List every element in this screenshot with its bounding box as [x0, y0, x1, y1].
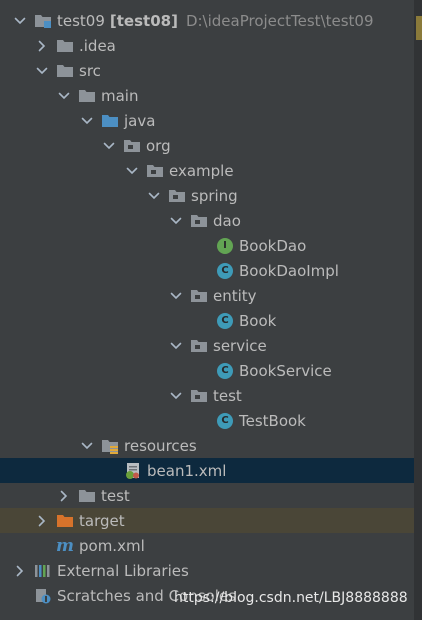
package-icon: [190, 337, 208, 355]
chevron-right-icon[interactable]: [56, 488, 72, 504]
tree-label: resources: [124, 436, 197, 455]
tree-label: example: [169, 161, 234, 180]
module-name: [test08]: [109, 11, 178, 30]
tree-node-test-dir[interactable]: test: [0, 483, 414, 508]
tree-label: External Libraries: [57, 561, 189, 580]
source-folder-icon: [101, 112, 119, 130]
project-path: D:\ideaProjectTest\test09: [185, 11, 374, 30]
tree-label: test: [213, 386, 242, 405]
maven-icon: m: [56, 535, 74, 556]
chevron-down-icon[interactable]: [79, 113, 95, 129]
chevron-down-icon[interactable]: [124, 163, 140, 179]
tree-node-java[interactable]: java: [0, 108, 414, 133]
tree-label: dao: [213, 211, 241, 230]
project-tree: test09 [test08] D:\ideaProjectTest\test0…: [0, 8, 414, 608]
class-icon: C: [216, 262, 234, 280]
scroll-marker: [416, 16, 422, 40]
tree-node-book[interactable]: C Book: [0, 308, 414, 333]
tree-node-example[interactable]: example: [0, 158, 414, 183]
package-icon: [146, 162, 164, 180]
package-icon: [123, 137, 141, 155]
chevron-down-icon[interactable]: [34, 63, 50, 79]
tree-node-service[interactable]: service: [0, 333, 414, 358]
tree-node-test-package[interactable]: test: [0, 383, 414, 408]
resources-folder-icon: [101, 437, 119, 455]
tree-label: BookService: [239, 361, 332, 380]
tree-node-testbook[interactable]: C TestBook: [0, 408, 414, 433]
folder-icon: [78, 487, 96, 505]
tree-label: spring: [191, 186, 238, 205]
tree-label: test: [101, 486, 130, 505]
folder-icon: [56, 62, 74, 80]
package-icon: [190, 212, 208, 230]
tree-node-bookservice[interactable]: C BookService: [0, 358, 414, 383]
module-folder-icon: [34, 12, 52, 30]
class-icon: C: [216, 362, 234, 380]
tree-node-bookdao[interactable]: I BookDao: [0, 233, 414, 258]
chevron-right-icon[interactable]: [12, 563, 28, 579]
tree-label: java: [124, 111, 156, 130]
chevron-down-icon[interactable]: [168, 288, 184, 304]
tree-label: BookDao: [239, 236, 307, 255]
chevron-down-icon[interactable]: [168, 213, 184, 229]
tree-node-bookdaoimpl[interactable]: C BookDaoImpl: [0, 258, 414, 283]
chevron-down-icon[interactable]: [168, 338, 184, 354]
package-icon: [168, 187, 186, 205]
interface-icon: I: [216, 237, 234, 255]
tree-node-entity[interactable]: entity: [0, 283, 414, 308]
tree-node-resources[interactable]: resources: [0, 433, 414, 458]
tree-label: target: [79, 511, 125, 530]
spring-xml-icon: [124, 462, 142, 480]
tree-label: entity: [213, 286, 257, 305]
chevron-down-icon[interactable]: [168, 388, 184, 404]
tree-node-external-libraries[interactable]: External Libraries: [0, 558, 414, 583]
tree-node-bean1-xml[interactable]: bean1.xml: [0, 458, 414, 483]
tree-label: bean1.xml: [147, 461, 227, 480]
package-icon: [190, 287, 208, 305]
folder-icon: [78, 87, 96, 105]
chevron-down-icon[interactable]: [79, 438, 95, 454]
chevron-down-icon[interactable]: [56, 88, 72, 104]
tree-node-src[interactable]: src: [0, 58, 414, 83]
scratches-icon: [34, 587, 52, 605]
folder-icon: [56, 37, 74, 55]
tree-label: BookDaoImpl: [239, 261, 339, 280]
tree-node-idea[interactable]: .idea: [0, 33, 414, 58]
tree-label: service: [213, 336, 267, 355]
class-icon: C: [216, 312, 234, 330]
excluded-folder-icon: [56, 512, 74, 530]
chevron-down-icon[interactable]: [101, 138, 117, 154]
tree-label: .idea: [79, 36, 116, 55]
watermark-text: https://blog.csdn.net/LBJ8888888: [174, 590, 408, 606]
tree-label: Book: [239, 311, 277, 330]
chevron-down-icon[interactable]: [146, 188, 162, 204]
chevron-right-icon[interactable]: [34, 513, 50, 529]
tree-node-project-root[interactable]: test09 [test08] D:\ideaProjectTest\test0…: [0, 8, 414, 33]
tree-label: src: [79, 61, 101, 80]
chevron-down-icon[interactable]: [12, 13, 28, 29]
tree-node-target[interactable]: target: [0, 508, 414, 533]
package-icon: [190, 387, 208, 405]
tree-label: TestBook: [239, 411, 306, 430]
runnable-class-icon: C: [216, 412, 234, 430]
tree-node-org[interactable]: org: [0, 133, 414, 158]
libraries-icon: [34, 562, 52, 580]
tree-label: org: [146, 136, 171, 155]
tree-node-pom-xml[interactable]: m pom.xml: [0, 533, 414, 558]
tree-node-spring[interactable]: spring: [0, 183, 414, 208]
tree-node-main[interactable]: main: [0, 83, 414, 108]
chevron-right-icon[interactable]: [34, 38, 50, 54]
project-name: test09: [57, 11, 105, 30]
right-tool-strip: [414, 0, 422, 620]
tree-label: pom.xml: [79, 536, 145, 555]
tree-label: main: [101, 86, 139, 105]
tree-node-dao[interactable]: dao: [0, 208, 414, 233]
